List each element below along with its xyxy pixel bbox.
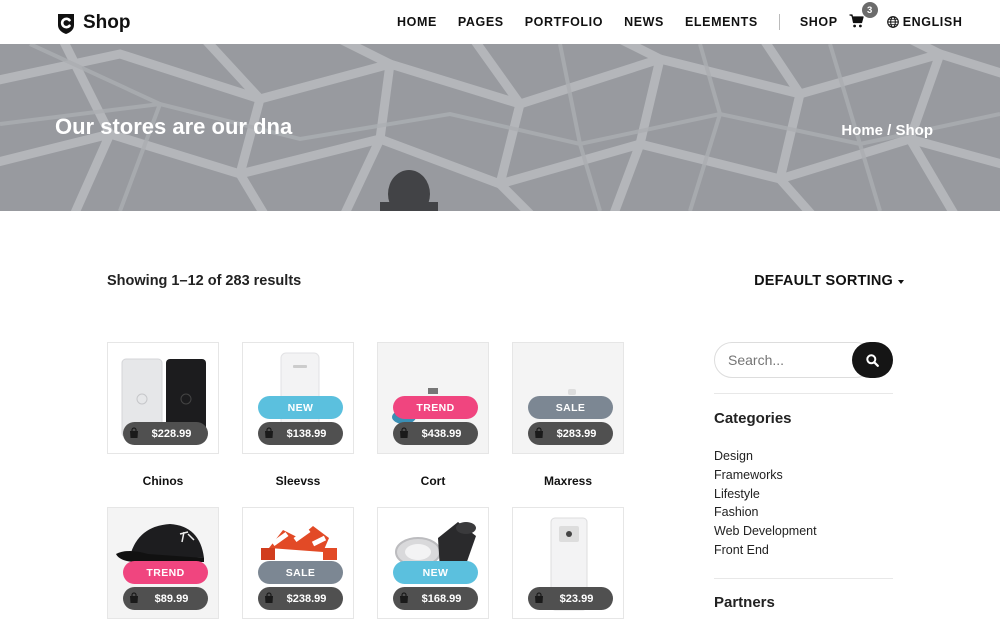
product-card[interactable]: SALE $283.99 — [512, 342, 624, 454]
product-price: $23.99 — [559, 592, 594, 605]
product-price: $168.99 — [421, 592, 462, 605]
price-badge: $238.99 — [258, 587, 343, 610]
shopping-bag-icon — [130, 427, 138, 438]
product-name[interactable]: Maxress — [512, 474, 624, 488]
price-badge: $23.99 — [528, 587, 613, 610]
categories-title: Categories — [714, 410, 792, 427]
language-selector[interactable]: ENGLISH — [886, 15, 963, 29]
product-name[interactable]: Cort — [377, 474, 489, 488]
shopping-bag-icon — [535, 592, 543, 603]
product-tag-sale: SALE — [528, 396, 613, 419]
nav-shop[interactable]: SHOP — [800, 15, 838, 29]
product-tag-label: SALE — [555, 401, 586, 414]
nav-portfolio[interactable]: PORTFOLIO — [525, 15, 603, 29]
product-tag-trend: TREND — [123, 561, 208, 584]
cart-icon — [849, 14, 864, 28]
product-tag-sale: SALE — [258, 561, 343, 584]
product-price: $283.99 — [556, 427, 597, 440]
product-price: $228.99 — [151, 427, 192, 440]
price-badge: $138.99 — [258, 422, 343, 445]
breadcrumb[interactable]: Home / Shop — [841, 122, 933, 139]
category-link-lifestyle[interactable]: Lifestyle — [714, 487, 817, 506]
search-input[interactable] — [714, 342, 874, 378]
product-tag-new: NEW — [393, 561, 478, 584]
category-link-frameworks[interactable]: Frameworks — [714, 468, 817, 487]
shopping-bag-icon — [400, 427, 408, 438]
page-hero-banner: Our stores are our dna Home / Shop — [0, 44, 1000, 211]
price-badge: $283.99 — [528, 422, 613, 445]
nav-divider — [778, 14, 780, 30]
nav-elements[interactable]: ELEMENTS — [685, 15, 758, 29]
shopping-bag-icon — [400, 592, 408, 603]
product-price: $89.99 — [154, 592, 189, 605]
shopping-bag-icon — [265, 592, 273, 603]
product-card[interactable]: TREND $89.99 — [107, 507, 219, 619]
divider — [714, 393, 893, 394]
main-nav: HOME PAGES PORTFOLIO NEWS ELEMENTS SHOP … — [397, 0, 962, 44]
shopping-bag-icon — [265, 427, 273, 438]
logo[interactable]: Shop — [54, 11, 131, 35]
search-widget — [714, 342, 894, 378]
cart-button[interactable]: 3 — [849, 2, 878, 30]
product-tag-new: NEW — [258, 396, 343, 419]
category-link-fashion[interactable]: Fashion — [714, 505, 817, 524]
nav-pages[interactable]: PAGES — [458, 15, 504, 29]
product-card[interactable]: $23.99 — [512, 507, 624, 619]
product-card[interactable]: NEW $168.99 — [377, 507, 489, 619]
category-link-web-development[interactable]: Web Development — [714, 524, 817, 543]
product-card[interactable]: $228.99 — [107, 342, 219, 454]
product-card[interactable]: TREND $438.99 — [377, 342, 489, 454]
price-badge: $438.99 — [393, 422, 478, 445]
nav-news[interactable]: NEWS — [624, 15, 664, 29]
sorting-dropdown[interactable]: DEFAULT SORTING — [754, 273, 904, 289]
product-tag-label: TREND — [416, 401, 455, 414]
product-tag-label: SALE — [285, 566, 316, 579]
category-link-front-end[interactable]: Front End — [714, 543, 817, 562]
product-card[interactable]: SALE $238.99 — [242, 507, 354, 619]
sorting-label: DEFAULT SORTING — [754, 273, 893, 289]
product-name[interactable]: Chinos — [107, 474, 219, 488]
language-label: ENGLISH — [902, 15, 963, 29]
product-tag-trend: TREND — [393, 396, 478, 419]
logo-icon — [58, 14, 74, 34]
product-tag-label: NEW — [287, 401, 314, 414]
shopping-bag-icon — [130, 592, 138, 603]
top-navbar: Shop HOME PAGES PORTFOLIO NEWS ELEMENTS … — [0, 0, 1000, 44]
price-badge: $228.99 — [123, 422, 208, 445]
globe-icon — [886, 16, 899, 28]
partners-title: Partners — [714, 594, 775, 611]
cart-count-badge: 3 — [861, 2, 878, 18]
shopping-bag-icon — [535, 427, 543, 438]
divider — [714, 578, 893, 579]
product-card[interactable]: NEW $138.99 — [242, 342, 354, 454]
product-name[interactable]: Sleevss — [242, 474, 354, 488]
categories-list: Design Frameworks Lifestyle Fashion Web … — [714, 449, 817, 562]
product-price: $238.99 — [286, 592, 327, 605]
product-tag-label: TREND — [146, 566, 185, 579]
price-badge: $168.99 — [393, 587, 478, 610]
product-price: $138.99 — [286, 427, 327, 440]
logo-text: Shop — [83, 12, 131, 33]
result-count: Showing 1–12 of 283 results — [107, 273, 302, 289]
nav-home[interactable]: HOME — [397, 15, 437, 29]
search-button[interactable] — [852, 342, 893, 378]
product-price: $438.99 — [421, 427, 462, 440]
category-link-design[interactable]: Design — [714, 449, 817, 468]
price-badge: $89.99 — [123, 587, 208, 610]
caret-down-icon — [898, 280, 904, 284]
page-title: Our stores are our dna — [55, 114, 293, 139]
product-tag-label: NEW — [422, 566, 449, 579]
search-icon — [866, 353, 879, 367]
